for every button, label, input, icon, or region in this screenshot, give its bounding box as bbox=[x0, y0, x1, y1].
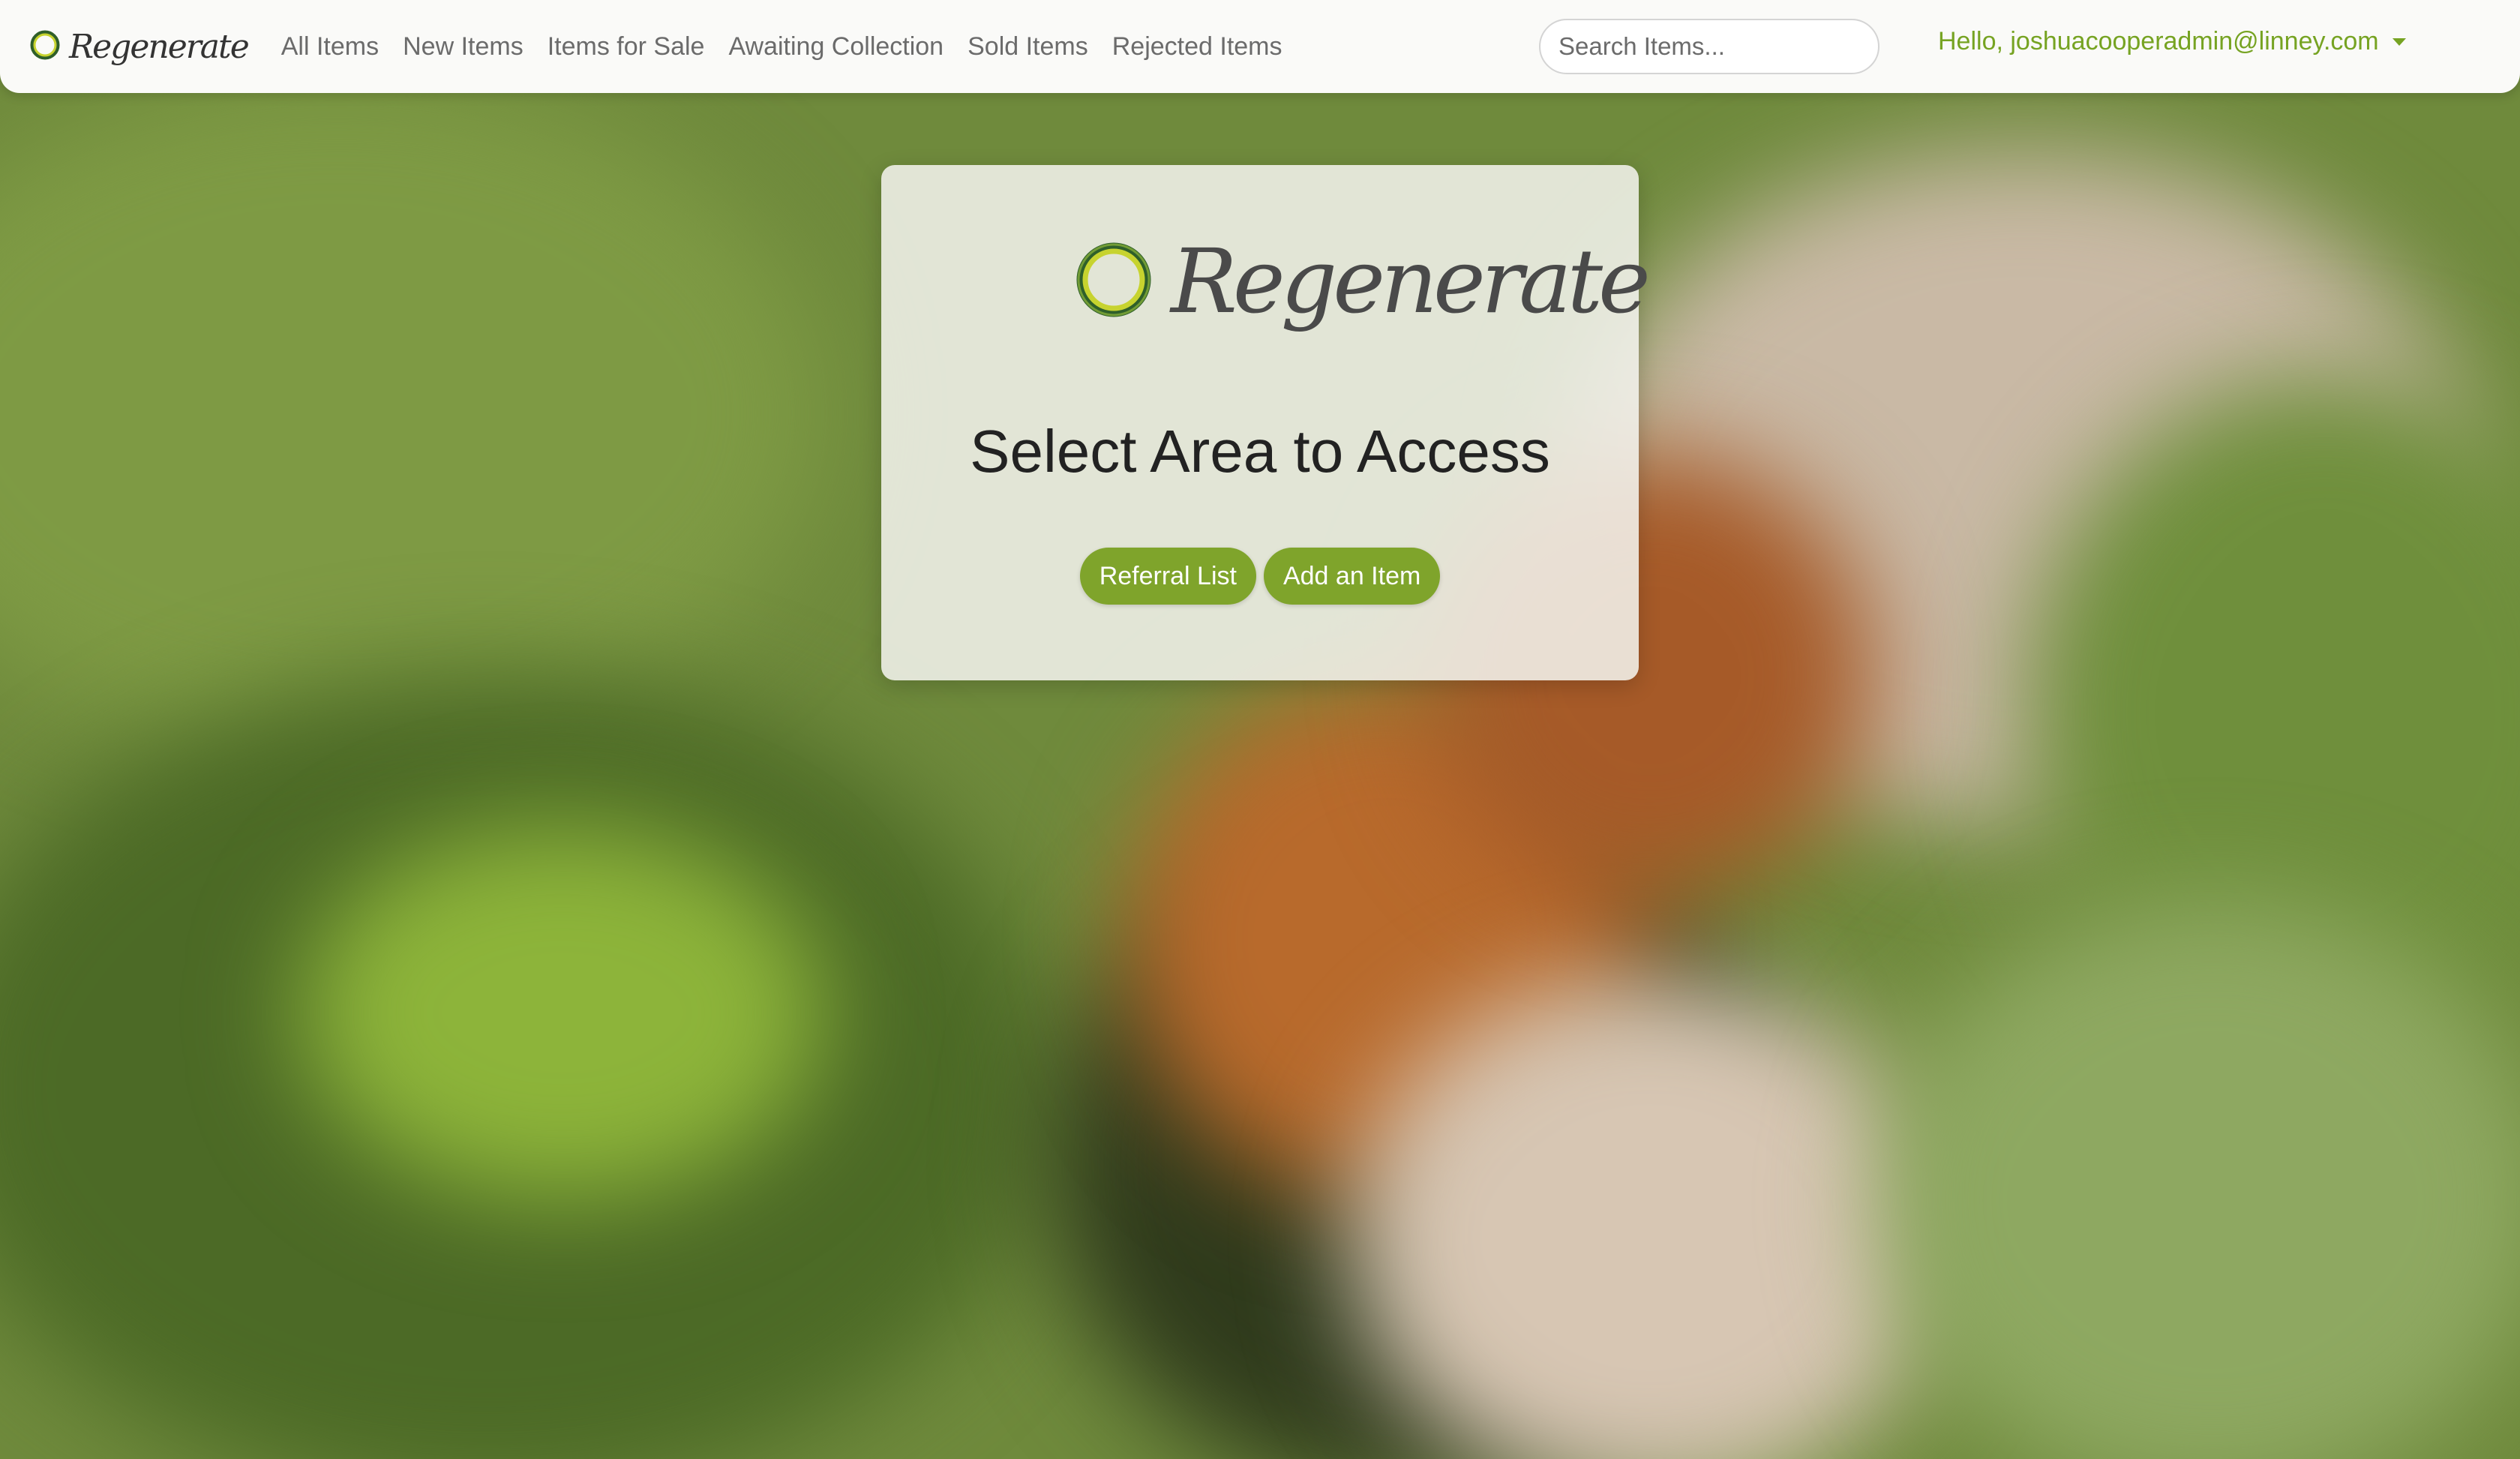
nav-link-all-items[interactable]: All Items bbox=[281, 32, 379, 62]
user-greeting: Hello, joshuacooperadmin@linney.com bbox=[1938, 27, 2379, 56]
access-card: Regenerate Select Area to Access Referra… bbox=[881, 165, 1651, 680]
user-dropdown[interactable]: Hello, joshuacooperadmin@linney.com bbox=[1938, 27, 2406, 56]
nav-link-sold-items[interactable]: Sold Items bbox=[968, 32, 1088, 62]
nav-link-items-for-sale[interactable]: Items for Sale bbox=[548, 32, 705, 62]
referral-list-button[interactable]: Referral List bbox=[1079, 548, 1256, 605]
page: Regenerate All Items New Items Items for… bbox=[0, 0, 2520, 1459]
top-navbar: Regenerate All Items New Items Items for… bbox=[0, 0, 2520, 93]
area-buttons: Referral List Add an Item bbox=[881, 548, 1639, 605]
page-title: Select Area to Access bbox=[970, 418, 1550, 485]
nav-link-new-items[interactable]: New Items bbox=[403, 32, 524, 62]
search-input[interactable] bbox=[1539, 19, 1880, 74]
add-item-button[interactable]: Add an Item bbox=[1263, 548, 1441, 605]
ring-logo-icon bbox=[28, 29, 62, 65]
card-logo-text: Regenerate bbox=[1171, 230, 1651, 333]
nav-link-awaiting-collection[interactable]: Awaiting Collection bbox=[728, 32, 944, 62]
card-logo: Regenerate bbox=[1072, 230, 1651, 333]
brand-name: Regenerate bbox=[69, 27, 250, 66]
nav-links: All Items New Items Items for Sale Await… bbox=[281, 32, 1306, 62]
ring-logo-icon bbox=[1072, 238, 1156, 325]
brand-logo[interactable]: Regenerate bbox=[28, 27, 250, 66]
nav-link-rejected-items[interactable]: Rejected Items bbox=[1112, 32, 1282, 62]
caret-down-icon bbox=[2392, 38, 2406, 46]
